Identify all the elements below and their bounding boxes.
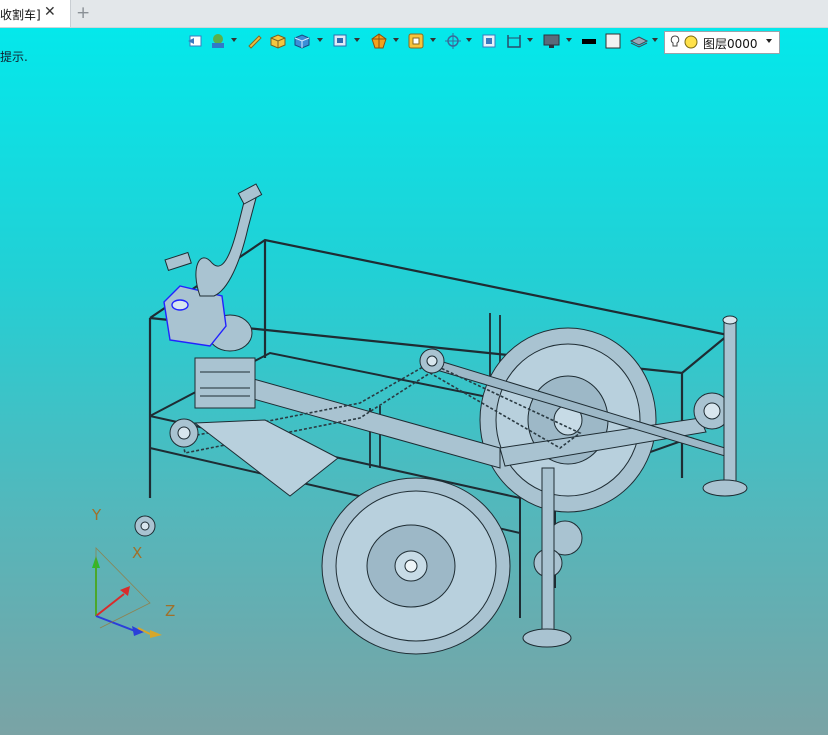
tab-bar: 收割车] ✕ +: [0, 0, 828, 28]
close-icon[interactable]: ✕: [44, 4, 56, 20]
tab-title: 收割车]: [0, 8, 41, 22]
platform-plate: [193, 419, 339, 497]
document-tab[interactable]: 收割车] ✕: [0, 0, 71, 27]
3d-viewport[interactable]: 提示. 图层0000 Y X Z: [0, 28, 828, 735]
z-axis-label: Z: [165, 602, 176, 620]
y-axis-label: Y: [92, 506, 102, 524]
front-wheel: [321, 477, 511, 655]
handlebar: [164, 183, 263, 297]
new-tab-button[interactable]: +: [76, 3, 90, 23]
harvester-model[interactable]: [0, 28, 828, 735]
x-axis-label: X: [132, 544, 143, 562]
axis-triad: [92, 547, 162, 638]
caster: [134, 515, 156, 537]
